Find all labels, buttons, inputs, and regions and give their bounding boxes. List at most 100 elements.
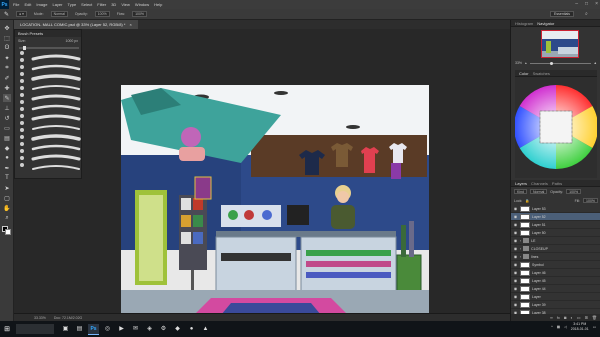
document-tab[interactable]: LOCATION- MALL COMIC.psd @ 33% (Layer 52… [14,20,138,29]
menu-help[interactable]: Help [154,2,162,7]
add-mask-icon[interactable]: ◙ [564,315,566,320]
path-select-tool-icon[interactable]: ➤ [3,184,11,192]
tray-up-arrow-icon[interactable]: ^ [551,325,553,329]
visibility-eye-icon[interactable]: ◉ [513,270,518,275]
marquee-tool-icon[interactable]: ⬚ [3,34,11,42]
eraser-tool-icon[interactable]: ▭ [3,124,11,132]
visibility-eye-icon[interactable]: ◉ [513,254,518,259]
brush-tip[interactable] [20,114,24,118]
tab-navigator[interactable]: Navigator [537,21,554,26]
tab-color[interactable]: Color [519,71,529,76]
brush-tip[interactable] [20,79,24,83]
windows-start-icon[interactable]: ⊞ [0,321,14,337]
zoom-out-icon[interactable]: ▴ [525,61,527,65]
menu-window[interactable]: Window [135,2,149,7]
eyedropper-tool-icon[interactable]: ✐ [3,74,11,82]
taskbar-search[interactable] [16,324,54,334]
layer-row[interactable]: ◉ Layer 45 [511,277,600,285]
brush-tool-icon[interactable]: ✎ [3,94,11,102]
layer-row[interactable]: ◉ Layer 50 [511,229,600,237]
network-icon[interactable]: ▦ [557,325,560,329]
link-layers-icon[interactable]: ∞ [550,315,553,320]
brush-tip[interactable] [20,142,24,146]
store-icon[interactable]: ◈ [144,324,155,335]
brush-tip[interactable] [20,93,24,97]
expand-arrow-icon[interactable]: › [520,255,521,259]
brush-tip[interactable] [20,72,24,76]
menu-file[interactable]: File [13,2,19,7]
photoshop-taskbar-icon[interactable]: Ps [88,323,99,335]
menu-filter[interactable]: Filter [97,2,106,7]
brush-size-value[interactable]: 1000 px [66,39,78,43]
visibility-eye-icon[interactable]: ◉ [513,206,518,211]
visibility-eye-icon[interactable]: ◉ [513,294,518,299]
task-view-icon[interactable]: ▣ [60,324,71,335]
type-tool-icon[interactable]: T [3,174,11,182]
expand-arrow-icon[interactable]: › [520,247,521,251]
expand-arrow-icon[interactable]: › [520,239,521,243]
tab-channels[interactable]: Channels [531,181,548,186]
steam-icon[interactable]: ⚙ [158,324,169,335]
menu-3d[interactable]: 3D [111,2,116,7]
notifications-icon[interactable]: ▭ [593,325,596,329]
search-icon[interactable]: ⌕ [585,11,592,18]
brush-tip[interactable] [20,107,24,111]
zoom-tool-icon[interactable]: ⌕ [3,214,11,222]
adjustment-layer-icon[interactable]: ◐ [570,315,572,320]
file-explorer-icon[interactable]: ▤ [74,324,85,335]
brush-size-slider[interactable] [19,46,79,50]
pen-tool-icon[interactable]: ✒ [3,164,11,172]
lasso-tool-icon[interactable]: ʘ [3,44,11,52]
background-color-swatch[interactable] [5,229,11,235]
brush-tip[interactable] [20,86,24,90]
tab-swatches[interactable]: Swatches [533,71,550,76]
brush-tip[interactable] [20,58,24,62]
visibility-eye-icon[interactable]: ◉ [513,302,518,307]
brush-tip[interactable] [20,121,24,125]
navigator-thumbnail[interactable] [541,30,579,58]
visibility-eye-icon[interactable]: ◉ [513,246,518,251]
navigator-zoom-slider[interactable] [529,61,591,65]
app-icon[interactable]: ▲ [200,324,211,335]
app-icon[interactable]: ◆ [172,324,183,335]
brush-stroke-previews[interactable] [31,53,81,173]
move-tool-icon[interactable]: ✥ [3,24,11,32]
menu-layer[interactable]: Layer [52,2,62,7]
fill-field[interactable]: 100% [583,198,598,203]
quick-select-tool-icon[interactable]: ✦ [3,54,11,62]
shape-tool-icon[interactable]: ▢ [3,194,11,202]
gradient-tool-icon[interactable]: ▤ [3,134,11,142]
blend-mode-select[interactable]: Normal [530,189,548,194]
menu-view[interactable]: View [121,2,130,7]
lock-icon[interactable]: 🔒 [525,199,529,203]
brush-tool-icon[interactable]: ✎ [4,11,9,18]
layer-row[interactable]: ◉ Layer 44 [511,285,600,293]
visibility-eye-icon[interactable]: ◉ [513,230,518,235]
brush-tip[interactable] [20,51,24,55]
chrome-icon[interactable]: ◎ [102,324,113,335]
dodge-tool-icon[interactable]: ● [3,154,11,162]
trash-icon[interactable]: 🗑 [592,315,597,320]
brush-tip[interactable] [20,163,24,167]
menu-select[interactable]: Select [81,2,92,7]
flow-field[interactable]: 100% [132,11,148,17]
crop-tool-icon[interactable]: ⌗ [3,64,11,72]
blur-tool-icon[interactable]: ◆ [3,144,11,152]
workspace-select[interactable]: Essentials [550,11,574,17]
clock[interactable]: 3:41 PM 2018-01-01 [571,322,589,332]
layer-group-row[interactable]: ◉ › CLOSEUP [511,245,600,253]
brush-tip[interactable] [20,65,24,69]
canvas-area[interactable] [14,29,510,318]
opacity-field[interactable]: 100% [94,11,110,17]
media-player-icon[interactable]: ▶ [116,324,127,335]
new-layer-icon[interactable]: ⊞ [585,315,588,320]
tab-layers[interactable]: Layers [515,181,527,186]
fx-icon[interactable]: fx [557,315,560,320]
close-tab-icon[interactable]: × [129,22,131,27]
healing-brush-tool-icon[interactable]: ✚ [3,84,11,92]
app-icon[interactable]: ● [186,324,197,335]
menu-type[interactable]: Type [68,2,77,7]
brush-tip[interactable] [20,135,24,139]
visibility-eye-icon[interactable]: ◉ [513,278,518,283]
menu-image[interactable]: Image [36,2,47,7]
